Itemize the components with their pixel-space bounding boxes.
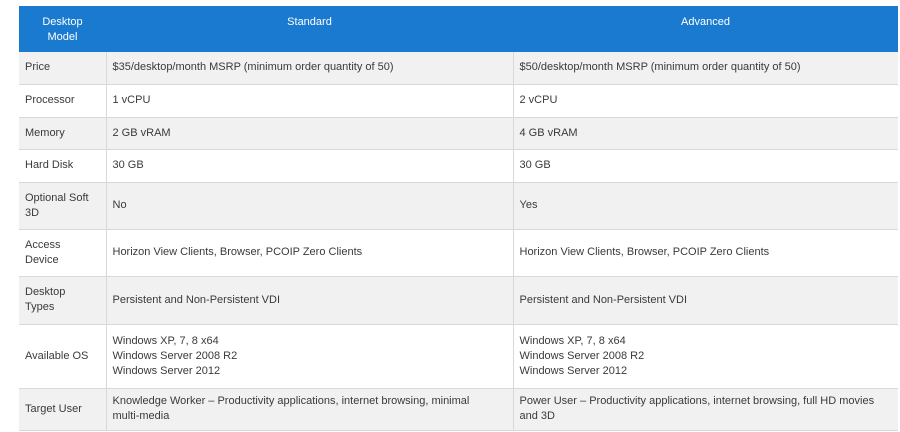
- advanced-cell: Yes: [513, 182, 898, 230]
- row-label: Price: [19, 52, 107, 85]
- standard-cell: 1 vCPU: [106, 84, 514, 118]
- comparison-table-container: Desktop Model Standard Advanced Price $3…: [19, 6, 898, 431]
- header-standard: Standard: [106, 6, 513, 52]
- advanced-cell: 4 GB vRAM: [513, 117, 898, 150]
- table-row: Optional Soft 3D No Yes: [19, 182, 898, 230]
- table-row: Price $35/desktop/month MSRP (minimum or…: [19, 52, 898, 85]
- advanced-cell: 2 vCPU: [513, 84, 898, 118]
- standard-cell: Persistent and Non-Persistent VDI: [106, 276, 514, 325]
- row-label: Available OS: [19, 324, 107, 389]
- standard-cell: Knowledge Worker – Productivity applicat…: [106, 388, 514, 431]
- row-label: Memory: [19, 117, 107, 150]
- row-label: Hard Disk: [19, 149, 107, 183]
- header-desktop-model: Desktop Model: [19, 6, 106, 52]
- standard-cell: 2 GB vRAM: [106, 117, 514, 150]
- header-advanced: Advanced: [513, 6, 898, 52]
- advanced-cell: $50/desktop/month MSRP (minimum order qu…: [513, 52, 898, 85]
- row-label: Desktop Types: [19, 276, 107, 325]
- standard-cell: No: [106, 182, 514, 230]
- advanced-cell: Power User – Productivity applications, …: [513, 388, 898, 431]
- standard-cell: Windows XP, 7, 8 x64 Windows Server 2008…: [106, 324, 514, 389]
- row-label: Optional Soft 3D: [19, 182, 107, 230]
- standard-cell: Horizon View Clients, Browser, PCOIP Zer…: [106, 229, 514, 277]
- advanced-cell: Windows XP, 7, 8 x64 Windows Server 2008…: [513, 324, 898, 389]
- desktop-model-comparison-table: Desktop Model Standard Advanced Price $3…: [19, 6, 898, 431]
- table-header-row: Desktop Model Standard Advanced: [19, 6, 898, 52]
- advanced-cell: Persistent and Non-Persistent VDI: [513, 276, 898, 325]
- standard-cell: 30 GB: [106, 149, 514, 183]
- table-row: Access Device Horizon View Clients, Brow…: [19, 229, 898, 277]
- row-label: Processor: [19, 84, 107, 118]
- table-row: Processor 1 vCPU 2 vCPU: [19, 84, 898, 118]
- advanced-cell: Horizon View Clients, Browser, PCOIP Zer…: [513, 229, 898, 277]
- table-row: Memory 2 GB vRAM 4 GB vRAM: [19, 117, 898, 150]
- advanced-cell: 30 GB: [513, 149, 898, 183]
- standard-cell: $35/desktop/month MSRP (minimum order qu…: [106, 52, 514, 85]
- table-row: Available OS Windows XP, 7, 8 x64 Window…: [19, 324, 898, 389]
- row-label: Target User: [19, 388, 107, 431]
- table-row: Desktop Types Persistent and Non-Persist…: [19, 276, 898, 325]
- table-row: Target User Knowledge Worker – Productiv…: [19, 388, 898, 431]
- table-row: Hard Disk 30 GB 30 GB: [19, 149, 898, 183]
- row-label: Access Device: [19, 229, 107, 277]
